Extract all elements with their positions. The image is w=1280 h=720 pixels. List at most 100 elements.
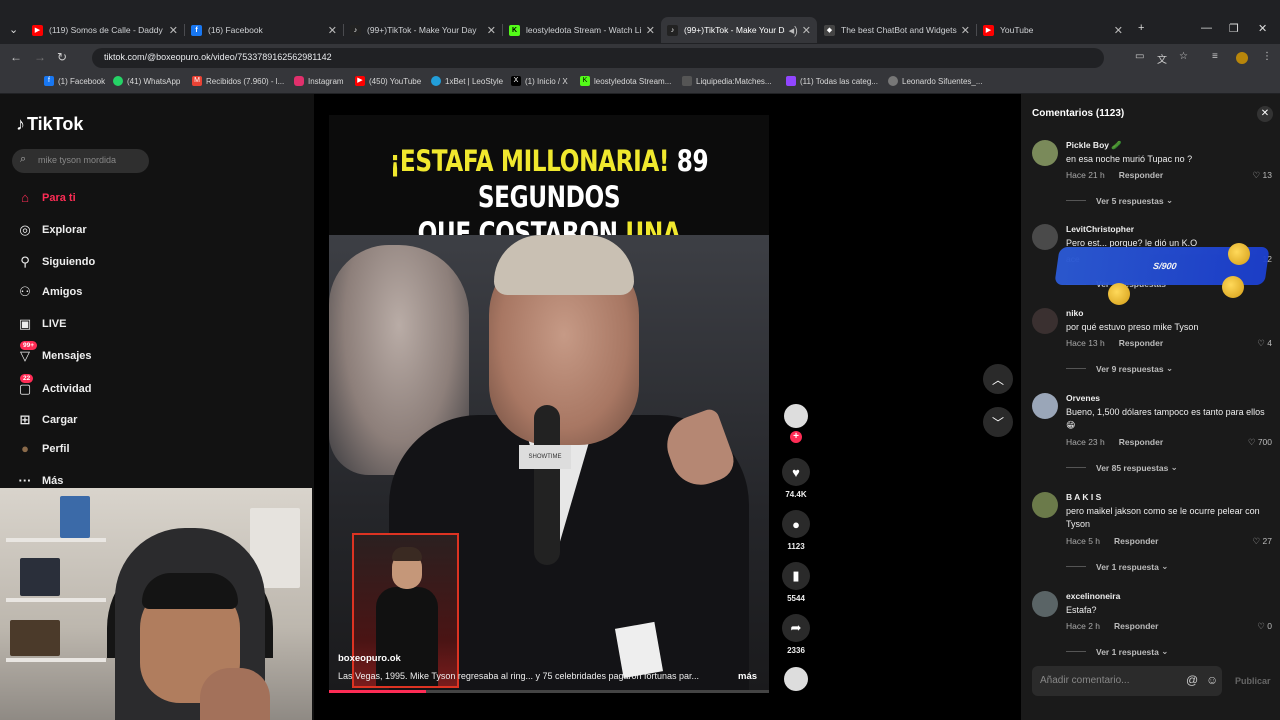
close-icon[interactable]: ✕ — [646, 24, 655, 37]
publish-button[interactable]: Publicar — [1235, 676, 1271, 686]
nav-live[interactable]: ▣ LIVE — [16, 316, 67, 332]
comment-author[interactable]: B A K I S — [1066, 492, 1101, 502]
speaker-icon[interactable]: ◂) — [789, 24, 798, 37]
reply-button[interactable]: Responder — [1114, 621, 1158, 631]
close-icon[interactable]: ✕ — [802, 24, 811, 37]
reply-button[interactable]: Responder — [1119, 437, 1163, 447]
view-replies-button[interactable]: Ver 85 respuestas ⌄ — [1066, 462, 1178, 473]
cast-icon[interactable]: ▭ — [1135, 51, 1144, 62]
kick-icon: K — [580, 76, 590, 86]
browser-tab-1[interactable]: ▶ (119) Somos de Calle - Daddy Y ✕ — [26, 17, 184, 43]
reply-button[interactable]: Responder — [1119, 170, 1163, 180]
comment-input[interactable]: Añadir comentario... @ ☺ — [1032, 666, 1222, 696]
browser-tab-5-active[interactable]: ♪ (99+)TikTok - Make Your Da ◂) ✕ — [661, 17, 817, 43]
bookmark-x[interactable]: X (1) Inicio / X — [511, 76, 568, 86]
bookmark-twitch[interactable]: (11) Todas las categ... — [786, 76, 878, 86]
nav-mas[interactable]: ··· Más — [16, 473, 64, 489]
tiktok-icon: ♪ — [667, 24, 678, 36]
tiktok-logo[interactable]: ♪ TikTok — [16, 114, 83, 135]
browser-tab-7[interactable]: ▶ YouTube ✕ — [977, 17, 1129, 43]
view-replies-button[interactable]: Ver 5 respuestas ⌄ — [1066, 195, 1173, 206]
bookmark-kick[interactable]: Kleostyledota Stream... — [580, 76, 671, 86]
browser-tab-6[interactable]: ◆ The best ChatBot and Widgets ✕ — [818, 17, 976, 43]
comment-like-button[interactable]: ♡ 13 — [1253, 170, 1272, 181]
follow-plus-icon[interactable]: + — [790, 431, 802, 443]
close-icon[interactable]: ✕ — [169, 24, 178, 37]
bookmark-1xbet[interactable]: 1xBet | LeoStyle — [431, 76, 503, 86]
comment-like-button[interactable]: ♡ 700 — [1248, 437, 1272, 448]
bookmark-star-icon[interactable]: ☆ — [1179, 51, 1188, 62]
comment-text: en esa noche murió Tupac no ? — [1066, 154, 1193, 164]
bookmark-liquipedia[interactable]: Liquipedia:Matches... — [682, 76, 772, 86]
music-disc-avatar[interactable] — [784, 667, 808, 691]
view-replies-button[interactable]: Ver 1 respuesta ⌄ — [1066, 646, 1168, 657]
emoji-icon[interactable]: ☺ — [1206, 673, 1218, 687]
back-icon[interactable]: ← — [10, 50, 22, 64]
bookmark-gmail[interactable]: M Recibidos (7.960) - l... — [192, 76, 284, 86]
video-author[interactable]: boxeopuro.ok — [338, 653, 401, 664]
share-button[interactable]: ➦ 2336 — [781, 614, 811, 655]
previous-video-button[interactable]: ︿ — [983, 364, 1013, 394]
nav-cargar[interactable]: ⊞ Cargar — [16, 412, 78, 428]
reload-icon[interactable]: ↻ — [57, 50, 67, 64]
minimize-icon[interactable]: — — [1201, 22, 1212, 34]
video-progress-bar[interactable] — [329, 690, 769, 693]
close-icon[interactable]: ✕ — [328, 24, 337, 37]
next-video-button[interactable]: ﹀ — [983, 407, 1013, 437]
nav-amigos[interactable]: ⚇ Amigos — [16, 284, 82, 300]
media-control-icon[interactable]: ≡ — [1212, 51, 1218, 62]
new-tab-icon[interactable]: + — [1138, 22, 1144, 34]
window-close-icon[interactable]: ✕ — [1258, 22, 1267, 35]
tab-search-chevron-icon[interactable]: ⌄ — [9, 23, 18, 36]
browser-tab-3[interactable]: ♪ (99+)TikTok - Make Your Day ✕ — [344, 17, 502, 43]
maximize-icon[interactable]: ❐ — [1229, 22, 1239, 35]
menu-dots-icon[interactable]: ⋮ — [1262, 51, 1272, 62]
comment-like-button[interactable]: ♡ 4 — [1257, 338, 1272, 349]
comments-panel: Comentarios (1123) ✕ Pickle Boy 🥒 en esa… — [1021, 94, 1280, 720]
bookmark-youtube[interactable]: ▶ (450) YouTube — [355, 76, 421, 86]
comments-title: Comentarios (1123) — [1032, 108, 1125, 119]
reply-button[interactable]: Responder — [1119, 338, 1163, 348]
forward-icon[interactable]: → — [34, 50, 46, 64]
nav-para-ti[interactable]: ⌂ Para ti — [16, 190, 76, 206]
search-icon: ⌕ — [20, 153, 27, 165]
translate-icon[interactable]: 文 — [1157, 51, 1167, 66]
profile-avatar-icon[interactable] — [1236, 52, 1248, 64]
comment-author[interactable]: LevitChristopher — [1066, 224, 1134, 234]
browser-tab-4[interactable]: K leostyledota Stream - Watch Li ✕ — [503, 17, 661, 43]
comment-like-button[interactable]: ♡ 27 — [1253, 536, 1272, 547]
browser-tab-2[interactable]: f (16) Facebook ✕ — [185, 17, 343, 43]
nav-siguiendo[interactable]: ⚲ Siguiendo — [16, 254, 95, 270]
chevron-down-icon: ﹀ — [991, 415, 1004, 430]
nav-perfil[interactable]: ● Perfil — [16, 441, 69, 457]
nav-mensajes[interactable]: ▽ 99+ Mensajes — [16, 341, 92, 364]
nav-explorar[interactable]: ◎ Explorar — [16, 222, 86, 238]
comment-author[interactable]: Pickle Boy 🥒 — [1066, 140, 1122, 151]
url-field[interactable]: tiktok.com/@boxeopuro.ok/video/753378916… — [92, 48, 1104, 68]
comment-button[interactable]: ● 1123 — [781, 510, 811, 551]
save-button[interactable]: ▮ 5544 — [781, 562, 811, 603]
close-icon[interactable]: ✕ — [1114, 24, 1123, 37]
creator-avatar[interactable] — [784, 404, 808, 428]
reply-button[interactable]: Responder — [1114, 536, 1158, 546]
url-text: tiktok.com/@boxeopuro.ok/video/753378916… — [104, 52, 332, 62]
bookmark-leonardo[interactable]: Leonardo Sifuentes_... — [888, 76, 983, 86]
close-icon[interactable]: ✕ — [487, 24, 496, 37]
like-button[interactable]: ♥ 74.4K — [781, 458, 811, 499]
bookmark-whatsapp[interactable]: (41) WhatsApp — [113, 76, 180, 86]
view-replies-button[interactable]: Ver 9 respuestas ⌄ — [1066, 363, 1173, 374]
close-icon[interactable]: ✕ — [961, 24, 970, 37]
more-description-button[interactable]: más — [738, 671, 757, 682]
comment-author[interactable]: Orvenes — [1066, 393, 1100, 403]
close-comments-icon[interactable]: ✕ — [1257, 106, 1273, 122]
search-input[interactable]: ⌕ mike tyson mordida — [12, 149, 149, 173]
bookmark-instagram[interactable]: Instagram — [294, 76, 344, 86]
comment-author[interactable]: excelinoneira — [1066, 591, 1120, 601]
comment-like-button[interactable]: ♡ 0 — [1257, 621, 1272, 632]
video-player[interactable]: ¡ESTAFA MILLONARIA! 89 SEGUNDOS QUE COST… — [329, 115, 769, 693]
mention-icon[interactable]: @ — [1186, 673, 1198, 687]
view-replies-button[interactable]: Ver 1 respuesta ⌄ — [1066, 561, 1168, 572]
comment-author[interactable]: niko — [1066, 308, 1083, 318]
bookmark-facebook[interactable]: f (1) Facebook — [44, 76, 105, 86]
nav-actividad[interactable]: ▢ 22 Actividad — [16, 374, 92, 397]
